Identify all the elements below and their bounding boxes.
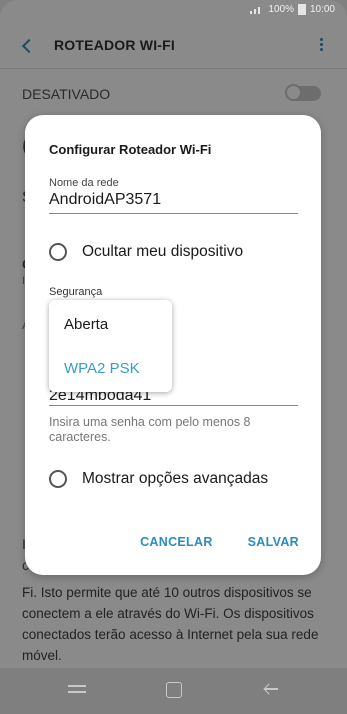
dropdown-option-open[interactable]: Aberta bbox=[64, 316, 108, 333]
screen: 100% 10:00 ROTEADOR WI-FI DESATIVADO ( S… bbox=[0, 0, 347, 714]
hotspot-switch[interactable] bbox=[285, 84, 321, 101]
back-icon[interactable] bbox=[262, 682, 278, 696]
network-name-label: Nome da rede bbox=[49, 177, 119, 189]
hide-device-option[interactable]: Ocultar meu dispositivo bbox=[49, 243, 243, 261]
dialog-actions: CANCELAR SALVAR bbox=[140, 535, 299, 549]
dialog-title: Configurar Roteador Wi-Fi bbox=[49, 142, 212, 157]
more-options-icon[interactable] bbox=[317, 36, 325, 56]
radio-button[interactable] bbox=[49, 470, 67, 488]
recent-apps-icon[interactable] bbox=[68, 682, 86, 696]
hide-device-label: Ocultar meu dispositivo bbox=[82, 243, 244, 260]
home-icon[interactable] bbox=[166, 682, 182, 698]
toggle-label: DESATIVADO bbox=[22, 86, 111, 102]
security-dropdown: Aberta WPA2 PSK bbox=[49, 300, 172, 392]
security-label: Segurança bbox=[49, 286, 103, 298]
divider bbox=[0, 68, 347, 69]
back-arrow-icon[interactable] bbox=[18, 36, 38, 56]
app-bar: ROTEADOR WI-FI bbox=[0, 24, 347, 68]
network-name-input[interactable]: AndroidAP3571 bbox=[49, 191, 298, 214]
hotspot-toggle-row[interactable]: DESATIVADO bbox=[0, 76, 347, 110]
hotspot-description: Fi. Isto permite que até 10 outros dispo… bbox=[22, 585, 319, 663]
clock: 10:00 bbox=[309, 4, 335, 15]
signal-icon bbox=[248, 6, 264, 14]
radio-button[interactable] bbox=[49, 243, 67, 261]
save-button[interactable]: SALVAR bbox=[248, 535, 299, 549]
page-title: ROTEADOR WI-FI bbox=[54, 37, 176, 53]
battery-icon bbox=[297, 4, 306, 15]
show-advanced-label: Mostrar opções avançadas bbox=[82, 470, 269, 487]
status-bar: 100% 10:00 bbox=[0, 0, 347, 20]
show-advanced-option[interactable]: Mostrar opções avançadas bbox=[49, 470, 268, 488]
cancel-button[interactable]: CANCELAR bbox=[140, 535, 213, 549]
battery-percent: 100% bbox=[268, 4, 294, 15]
password-hint: Insira uma senha com pelo menos 8 caract… bbox=[49, 415, 251, 444]
dropdown-option-wpa2[interactable]: WPA2 PSK bbox=[64, 360, 140, 377]
navigation-bar bbox=[0, 668, 347, 714]
